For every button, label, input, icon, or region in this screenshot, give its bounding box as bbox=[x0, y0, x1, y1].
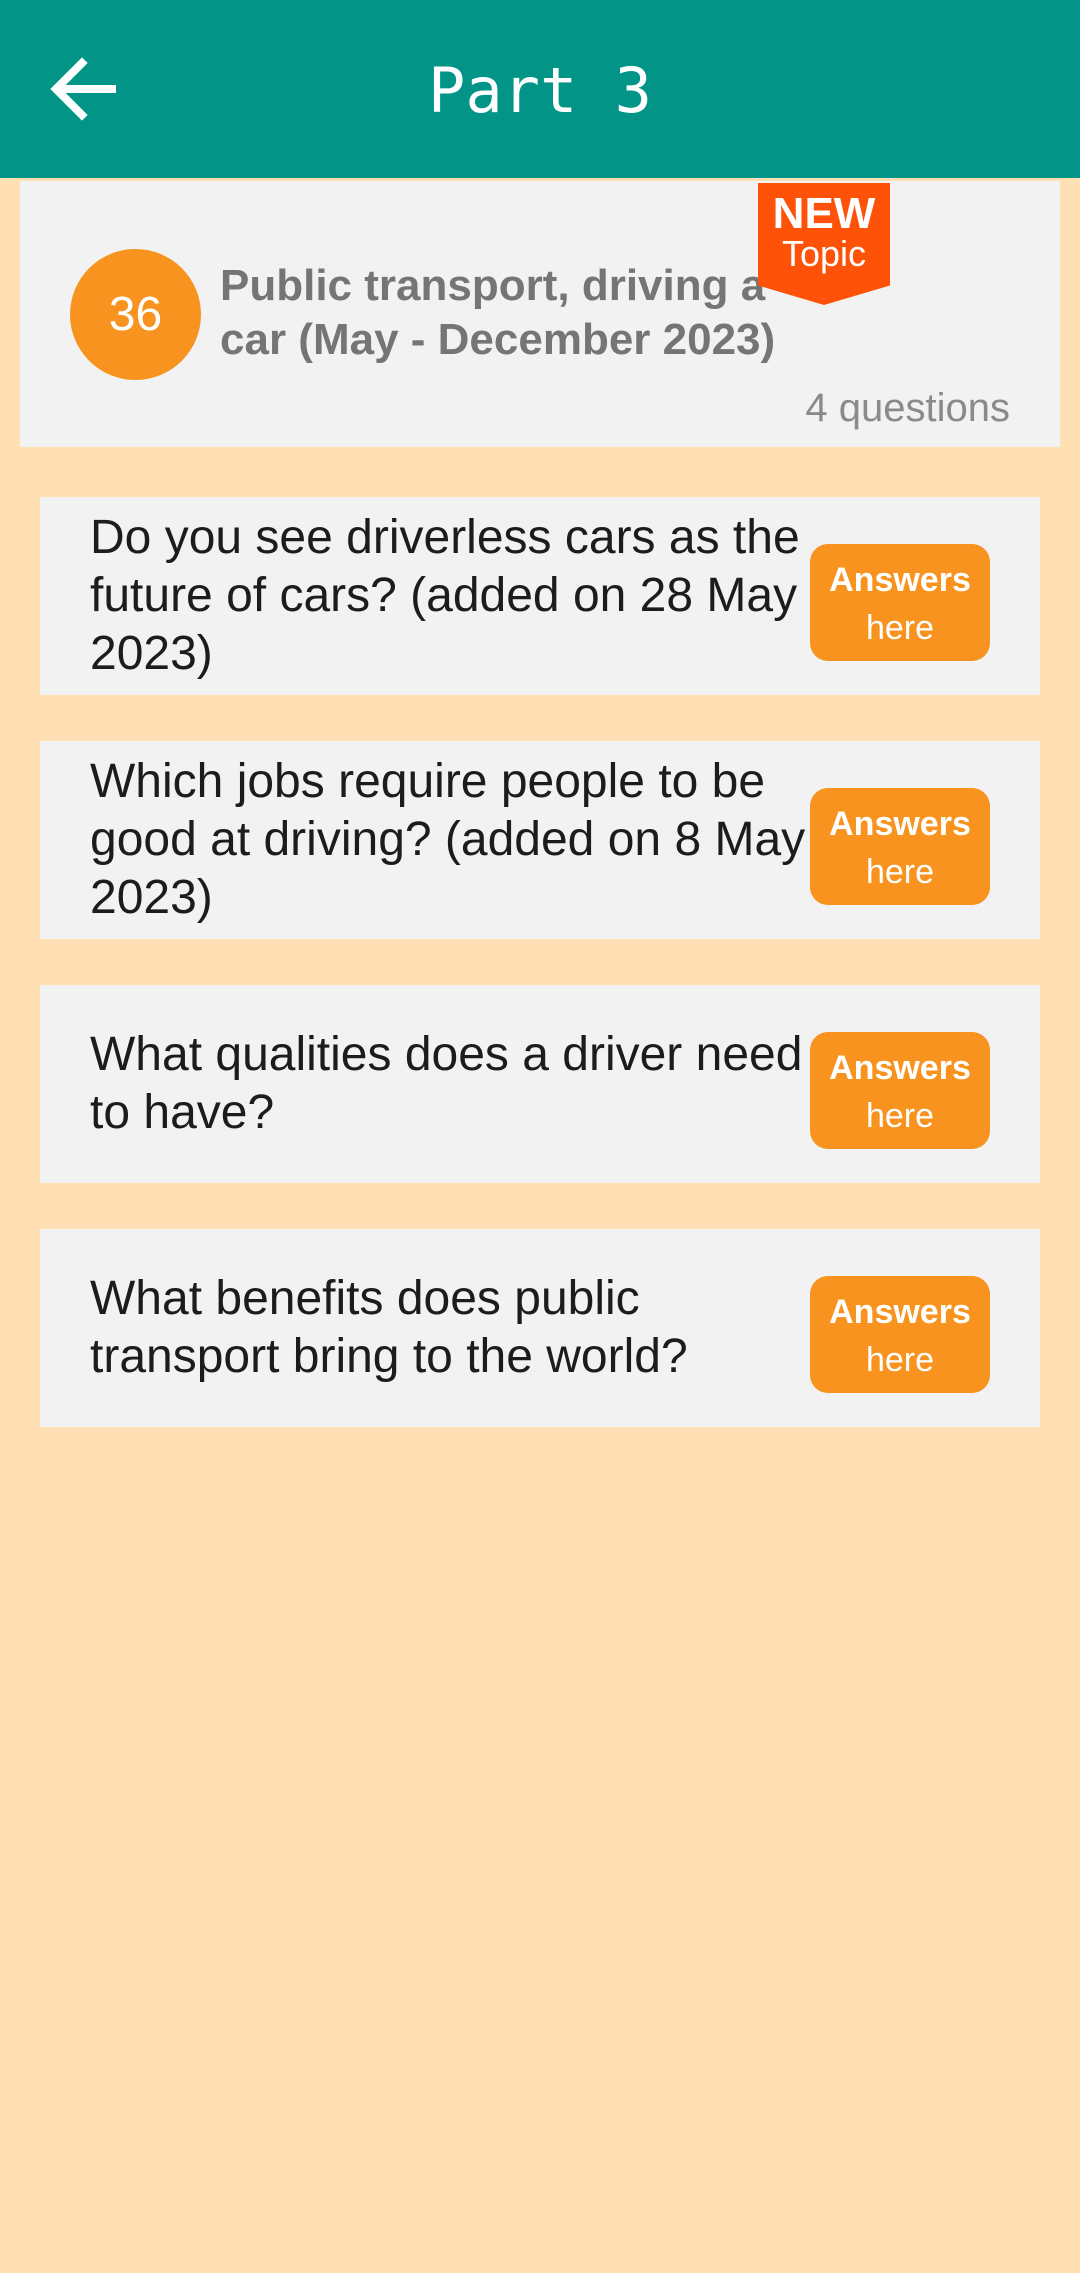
answers-button-sublabel: here bbox=[865, 609, 935, 647]
answers-button-label: Answers bbox=[829, 805, 971, 843]
question-text: Do you see driverless cars as the future… bbox=[90, 511, 800, 680]
topic-card: 36 Public transport, driving a car (May … bbox=[20, 181, 1060, 447]
back-button[interactable] bbox=[38, 44, 128, 134]
new-topic-badge: NEW Topic bbox=[758, 183, 890, 305]
question-card: What qualities does a driver need to hav… bbox=[40, 985, 1040, 1183]
question-card: Which jobs require people to be good at … bbox=[40, 741, 1040, 939]
question-card: Do you see driverless cars as the future… bbox=[40, 497, 1040, 695]
answers-here-button[interactable]: Answers here bbox=[810, 544, 990, 661]
answers-button-sublabel: here bbox=[865, 1097, 935, 1135]
answers-button-label: Answers bbox=[829, 1293, 971, 1331]
question-text: Which jobs require people to be good at … bbox=[90, 755, 806, 924]
question-text: What benefits does public transport brin… bbox=[90, 1272, 688, 1383]
page-title: Part 3 bbox=[428, 54, 652, 127]
topic-number-badge: 36 bbox=[70, 249, 201, 380]
question-count: 4 questions bbox=[805, 386, 1010, 430]
new-badge-label: NEW bbox=[772, 189, 876, 238]
question-text: What qualities does a driver need to hav… bbox=[90, 1028, 803, 1139]
answers-here-button[interactable]: Answers here bbox=[810, 1032, 990, 1149]
answers-button-sublabel: here bbox=[865, 853, 935, 891]
topic-title: Public transport, driving a car (May - D… bbox=[220, 261, 776, 364]
answers-here-button[interactable]: Answers here bbox=[810, 1276, 990, 1393]
app-bar: Part 3 bbox=[0, 0, 1080, 178]
answers-button-label: Answers bbox=[829, 1049, 971, 1087]
topic-badge-label: Topic bbox=[781, 233, 867, 274]
answers-button-label: Answers bbox=[829, 561, 971, 599]
answers-here-button[interactable]: Answers here bbox=[810, 788, 990, 905]
arrow-left-icon bbox=[50, 57, 116, 121]
answers-button-sublabel: here bbox=[865, 1341, 935, 1379]
question-card: What benefits does public transport brin… bbox=[40, 1229, 1040, 1427]
